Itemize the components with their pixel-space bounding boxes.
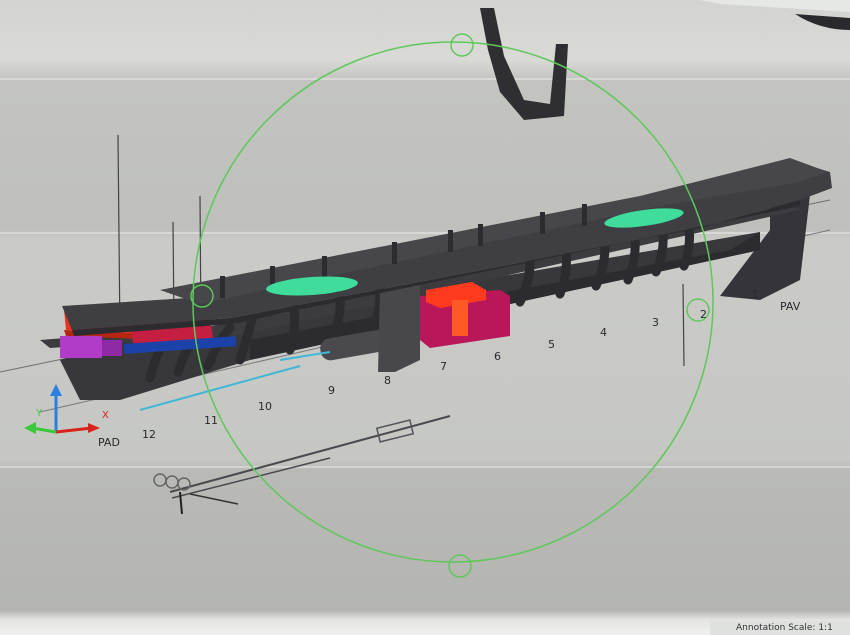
frame-section[interactable] <box>480 8 568 120</box>
tank-midship-riser <box>452 300 468 336</box>
propeller-hub <box>165 475 179 489</box>
propeller-shaft[interactable] <box>169 415 451 493</box>
tank-purple[interactable] <box>60 336 102 358</box>
station-label: 12 <box>142 428 156 441</box>
ucs-x-label: X <box>102 410 109 421</box>
station-label: 11 <box>204 414 218 427</box>
bulkhead[interactable] <box>378 285 420 372</box>
station-label: 10 <box>258 400 272 413</box>
tank-purple-side <box>102 340 122 356</box>
bow-label: PAV <box>780 300 801 313</box>
propeller-hub[interactable] <box>153 473 167 487</box>
ucs-z-arrow <box>50 384 62 396</box>
status-bar: Annotation Scale: 1:1 <box>710 621 850 635</box>
vertical-guide <box>682 283 685 367</box>
window-corner <box>795 14 850 30</box>
model-scene[interactable]: 1 2 3 4 5 6 7 8 9 10 11 12 PAV PAD X Y <box>0 0 850 635</box>
station-label: 8 <box>384 374 391 387</box>
station-label: 3 <box>652 316 659 329</box>
station-label: 6 <box>494 350 501 363</box>
ucs-x-axis <box>55 426 93 434</box>
station-label: 1 <box>752 288 759 301</box>
orbit-handle-bottom[interactable] <box>448 554 472 578</box>
rudder-blade <box>189 493 239 505</box>
station-label: 2 <box>700 308 707 321</box>
ucs-y-label: Y <box>35 408 43 419</box>
ucs-x-arrow <box>88 423 100 433</box>
cad-viewport[interactable]: 1 2 3 4 5 6 7 8 9 10 11 12 PAV PAD X Y A… <box>0 0 850 635</box>
station-label: 5 <box>548 338 555 351</box>
orbit-handle-top[interactable] <box>450 33 474 57</box>
annotation-scale-label[interactable]: Annotation Scale: 1:1 <box>736 623 833 633</box>
station-label: 9 <box>328 384 335 397</box>
stern-label: PAD <box>98 436 120 449</box>
window-edge <box>700 0 850 12</box>
station-label: 4 <box>600 326 607 339</box>
propeller-shaft <box>171 457 331 499</box>
ucs-y-arrow <box>24 422 36 434</box>
station-label: 7 <box>440 360 447 373</box>
